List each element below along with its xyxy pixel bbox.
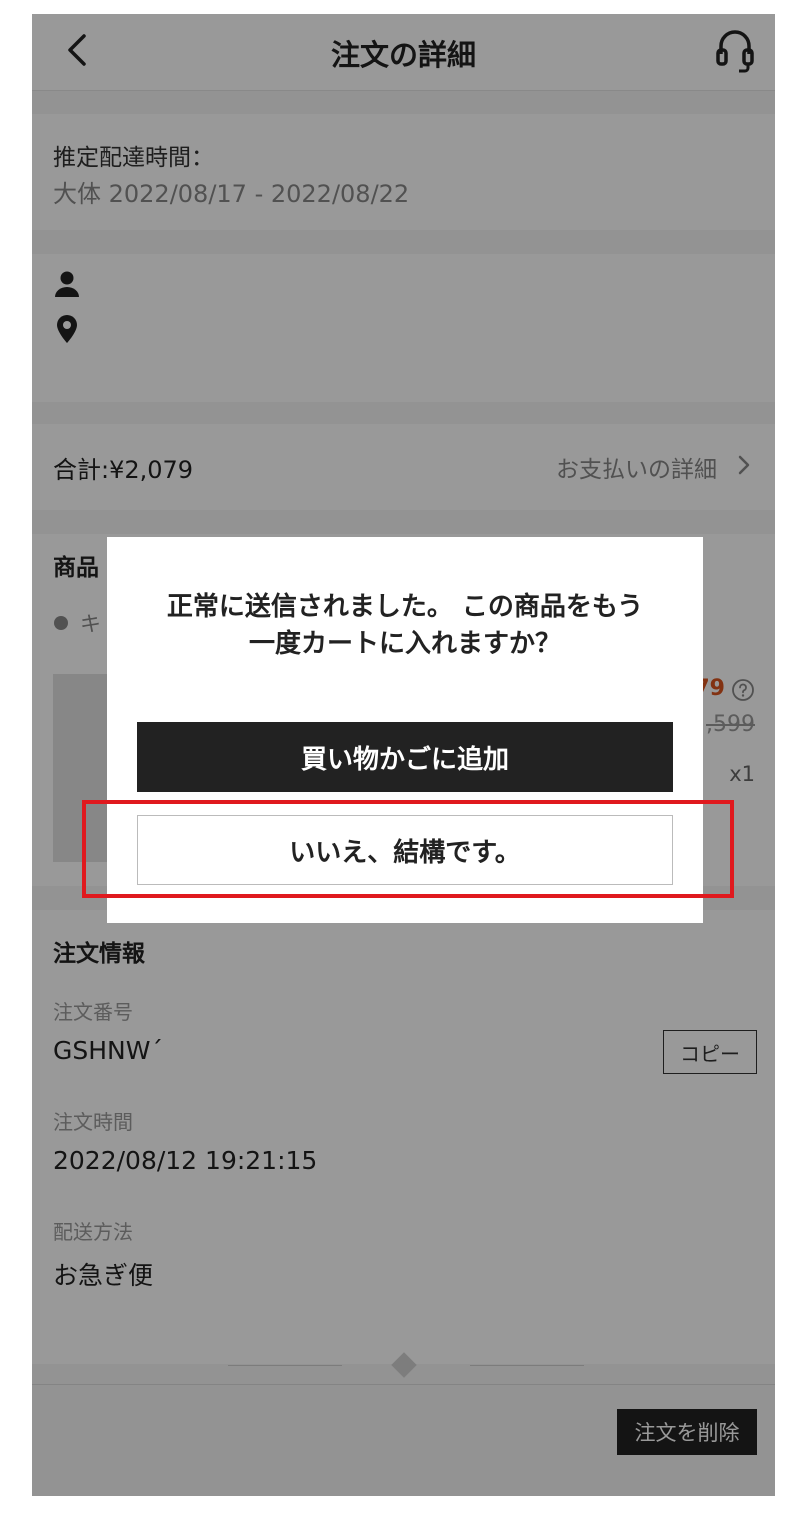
dialog-message-line1: 正常に送信されました。 この商品をもう [166,592,644,622]
highlight-annotation-box [82,800,734,898]
add-to-cart-button[interactable]: 買い物かごに追加 [137,722,673,792]
order-detail-screen: 注文の詳細 推定配達時間： 大体 2022/08/17 - 2022/08/22… [32,14,775,1496]
dialog-message: 正常に送信されました。 この商品をもう 一度カートに入れますか？ [131,589,679,663]
dialog-message-line2: 一度カートに入れますか？ [248,629,561,659]
